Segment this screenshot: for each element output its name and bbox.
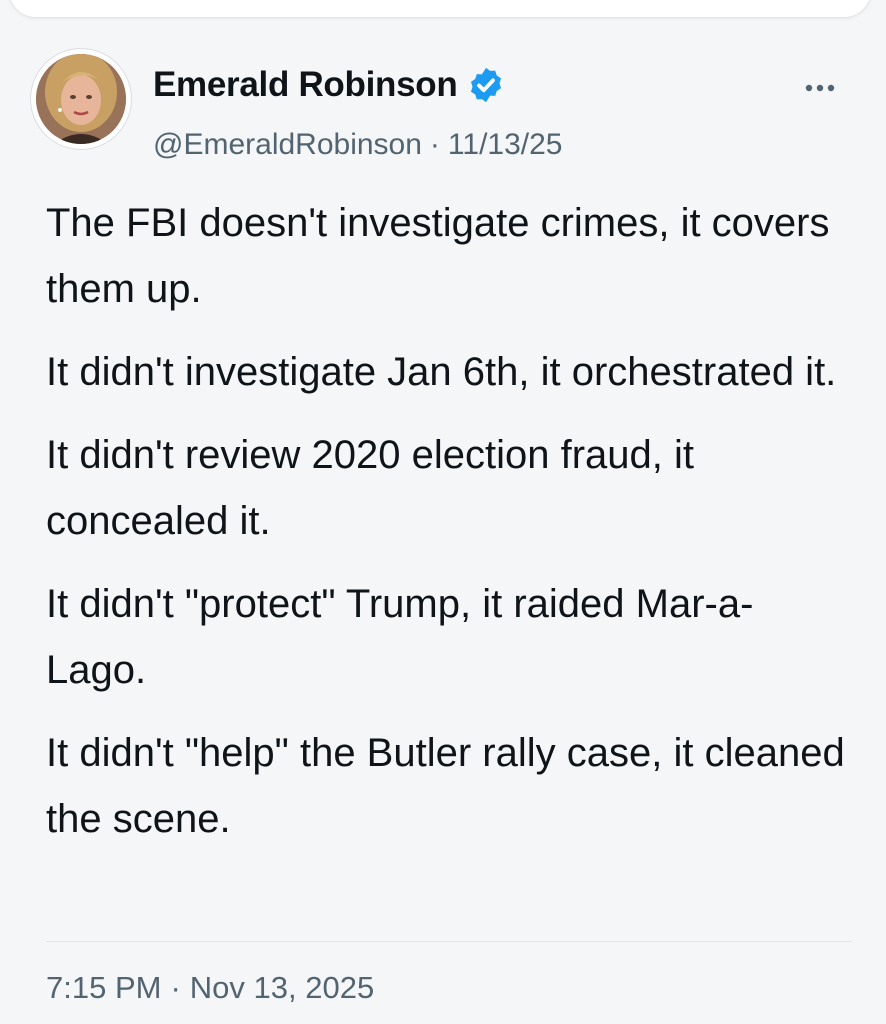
post-date[interactable]: 11/13/25 <box>448 128 563 162</box>
tweet-date: Nov 13, 2025 <box>189 970 375 1005</box>
author-meta: @EmeraldRobinson · 11/13/25 <box>153 128 562 162</box>
author-name-row: Emerald Robinson <box>153 60 505 110</box>
tweet-paragraph: It didn't "help" the Butler rally case, … <box>46 731 845 841</box>
tweet-paragraph: It didn't investigate Jan 6th, it orches… <box>46 350 837 394</box>
divider <box>46 941 852 942</box>
tweet-paragraph: It didn't "protect" Trump, it raided Mar… <box>46 582 754 692</box>
author-handle[interactable]: @EmeraldRobinson <box>153 128 422 162</box>
previous-card-edge <box>8 0 872 18</box>
more-options-button[interactable] <box>798 70 842 106</box>
tweet-paragraph: It didn't review 2020 election fraud, it… <box>46 433 695 543</box>
verified-badge-icon <box>471 67 502 103</box>
tweet-time: 7:15 PM <box>46 970 162 1005</box>
meta-separator: · <box>429 128 440 161</box>
tweet-text: The FBI doesn't investigate crimes, it c… <box>46 190 846 869</box>
timestamp-separator: · <box>170 970 181 1005</box>
author-display-name[interactable]: Emerald Robinson <box>153 65 458 105</box>
tweet-paragraph: The FBI doesn't investigate crimes, it c… <box>46 201 830 311</box>
more-horizontal-icon <box>805 84 835 92</box>
tweet-timestamp[interactable]: 7:15 PM · Nov 13, 2025 <box>46 970 374 1006</box>
avatar-photo-icon <box>36 54 126 144</box>
avatar[interactable] <box>30 48 132 150</box>
